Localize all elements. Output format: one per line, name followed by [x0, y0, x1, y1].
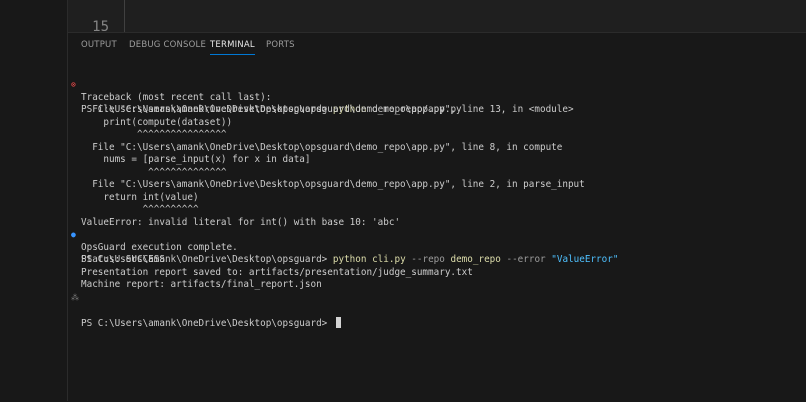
terminal-line: File "C:\Users\amank\OneDrive\Desktop\op…: [81, 179, 585, 190]
terminal-line: OpsGuard execution complete.: [81, 241, 238, 253]
terminal-line: Status: SUCCESS: [81, 254, 165, 265]
indent-guide: [124, 0, 125, 32]
tab-output[interactable]: OUTPUT: [81, 40, 117, 50]
terminal-line: ^^^^^^^^^^^^^^^^: [81, 129, 227, 140]
error-decoration-icon[interactable]: ⊗: [71, 79, 76, 92]
tab-ports[interactable]: PORTS: [266, 40, 295, 50]
terminal-line: ⊗ PS C:\Users\amank\OneDrive\Desktop\ops…: [68, 79, 806, 115]
panel-tabs: OUTPUT DEBUG CONSOLE TERMINAL PORTS: [68, 33, 806, 58]
terminal-line: Presentation report saved to: artifacts/…: [81, 266, 473, 278]
terminal-line: File "C:\Users\amank\OneDrive\Desktop\op…: [81, 141, 563, 153]
terminal-line: ^^^^^^^^^^: [81, 204, 199, 215]
terminal-line: ^^^^^^^^^^^^^^: [81, 166, 227, 178]
code-line-16[interactable]: 16 print(compute(dataset)): [68, 18, 102, 32]
tab-debug-console[interactable]: DEBUG CONSOLE: [129, 40, 206, 50]
tab-terminal[interactable]: TERMINAL: [210, 40, 255, 55]
terminal-cursor[interactable]: [335, 316, 341, 328]
terminal-line: print(compute(dataset)): [81, 116, 233, 128]
success-decoration-icon[interactable]: ●: [71, 229, 76, 242]
terminal-line: return int(value): [81, 191, 199, 203]
terminal-line: ⁂ PS C:\Users\amank\OneDrive\Desktop\ops…: [68, 292, 806, 329]
terminal-line: Machine report: artifacts/final_report.j…: [81, 279, 322, 290]
terminal-line: ● PS C:\Users\amank\OneDrive\Desktop\ops…: [68, 229, 806, 265]
terminal-output[interactable]: ⊗ PS C:\Users\amank\OneDrive\Desktop\ops…: [68, 79, 806, 329]
activity-gutter: [0, 0, 68, 401]
code-line-15[interactable]: 15 dataset = ["10", "abc", "30"]: [68, 0, 109, 32]
terminal-line: ValueError: invalid literal for int() wi…: [81, 216, 401, 228]
terminal-line: Traceback (most recent call last):: [81, 91, 272, 103]
bottom-panel: OUTPUT DEBUG CONSOLE TERMINAL PORTS ⊗ PS…: [68, 32, 806, 402]
terminal-prompt: PS C:\Users\amank\OneDrive\Desktop\opsgu…: [81, 317, 333, 329]
code-editor[interactable]: 15 dataset = ["10", "abc", "30"] 16 prin…: [68, 0, 806, 32]
terminal-line: File "C:\Users\amank\OneDrive\Desktop\op…: [81, 104, 574, 115]
terminal-line: nums = [parse_input(x) for x in data]: [81, 154, 311, 165]
command-decoration-icon[interactable]: ⁂: [71, 292, 79, 305]
